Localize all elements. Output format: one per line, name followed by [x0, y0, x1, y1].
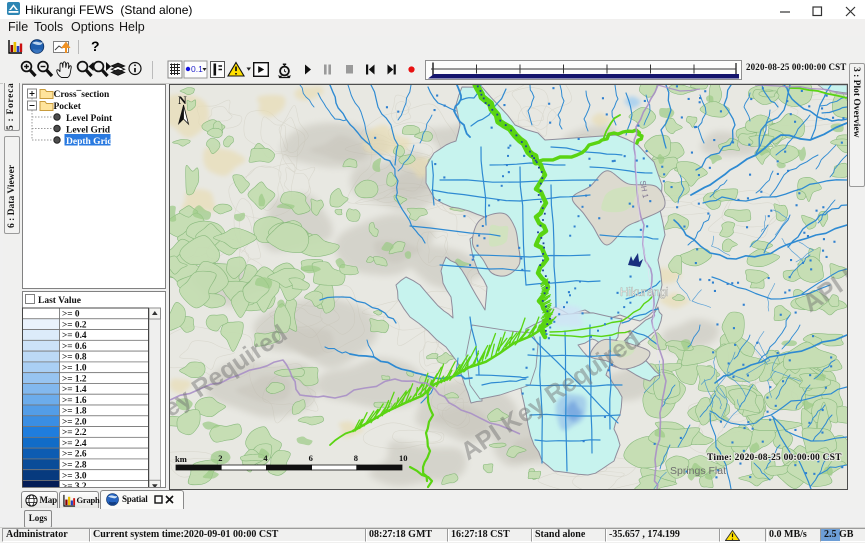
svg-text:10: 10: [399, 453, 408, 463]
svg-text:>= 1.0: >= 1.0: [62, 364, 87, 374]
svg-text:Level Grid: Level Grid: [66, 126, 111, 136]
svg-text:>= 2.0: >= 2.0: [62, 417, 87, 427]
svg-text:4: 4: [263, 453, 268, 463]
svg-text:>= 1.2: >= 1.2: [62, 374, 87, 384]
svg-text:>= 3.2: >= 3.2: [62, 482, 87, 487]
svg-text:2: 2: [218, 453, 222, 463]
svg-text:>= 0.8: >= 0.8: [62, 353, 87, 363]
svg-text:Pocket: Pocket: [54, 102, 82, 112]
svg-text:>= 1.8: >= 1.8: [62, 407, 87, 417]
svg-text:>= 2.4: >= 2.4: [62, 439, 87, 449]
svg-text:>= 1.6: >= 1.6: [62, 396, 87, 406]
svg-text:>= 2.8: >= 2.8: [62, 461, 87, 471]
svg-text:Hikurangi: Hikurangi: [620, 287, 669, 299]
svg-text:>= 0.6: >= 0.6: [62, 342, 87, 352]
svg-text:0.1: 0.1: [191, 64, 203, 74]
svg-text:Time: 2020-08-25 00:00:00 CST: Time: 2020-08-25 00:00:00 CST: [707, 453, 842, 463]
svg-text:N: N: [178, 93, 187, 107]
svg-text:Cross¯section: Cross¯section: [54, 89, 110, 100]
svg-text:Last Value: Last Value: [38, 296, 81, 306]
svg-text:>= 0.2: >= 0.2: [62, 320, 87, 330]
svg-text:6: 6: [309, 453, 313, 463]
svg-text:Level Point: Level Point: [66, 114, 113, 124]
svg-text:>= 2.2: >= 2.2: [62, 428, 87, 438]
svg-text:>= 2.6: >= 2.6: [62, 450, 87, 460]
svg-text:Springs Flat: Springs Flat: [670, 465, 726, 477]
svg-text:8: 8: [354, 453, 358, 463]
svg-text:>= 3.0: >= 3.0: [62, 471, 87, 481]
svg-text:>= 0: >= 0: [62, 310, 80, 320]
svg-text:Depth Grid: Depth Grid: [66, 137, 113, 147]
svg-text:>= 1.4: >= 1.4: [62, 385, 87, 395]
svg-text:km: km: [175, 454, 187, 464]
svg-text:>= 0.4: >= 0.4: [62, 331, 87, 341]
